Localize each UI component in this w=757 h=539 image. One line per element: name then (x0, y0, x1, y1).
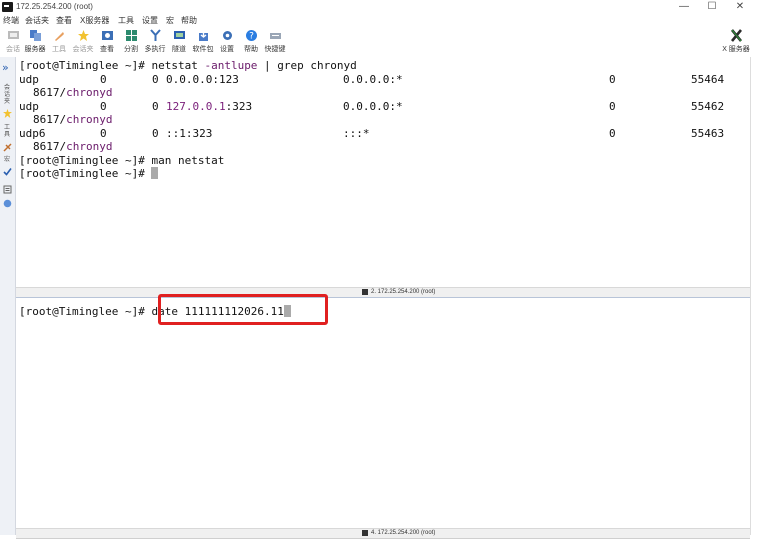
svg-text:?: ? (249, 32, 254, 42)
highlight-box (158, 294, 328, 325)
session-icon (8, 31, 19, 39)
menu-xserver[interactable]: X服务器 (80, 15, 109, 26)
title-bar: 172.25.254.200 (root) — ☐ ✕ (0, 0, 757, 14)
terminal-icon (362, 530, 368, 536)
minimize-button[interactable]: — (670, 1, 698, 13)
tools-icon (3, 143, 12, 152)
xserver-icon (730, 29, 743, 42)
menu-help[interactable]: 帮助 (181, 15, 197, 26)
sidebar-tab-sessions[interactable]: 会话夹 (4, 85, 12, 106)
check-icon (3, 168, 12, 176)
packages-icon (199, 30, 208, 41)
servers-icon (30, 30, 41, 41)
sidebar: » 会话夹 工具 宏 (0, 57, 16, 535)
terminal-icon (362, 289, 368, 295)
menu-tools[interactable]: 工具 (118, 15, 134, 26)
window-title: 172.25.254.200 (root) (16, 2, 93, 11)
star-icon (78, 30, 89, 41)
menu-bar: 终端 会话夹 查看 X服务器 工具 设置 宏 帮助 (0, 14, 757, 27)
command-line: [root@Timinglee ~]# man netstat (19, 153, 225, 167)
command-line: [root@Timinglee ~]# (19, 167, 159, 181)
right-edge-strip (750, 57, 757, 535)
terminal-pane-top[interactable]: [root@Timinglee ~]# netstat -antlupe | g… (16, 57, 750, 287)
terminal-cursor (151, 167, 159, 179)
tunnel-icon (174, 31, 185, 39)
menu-macros[interactable]: 宏 (166, 15, 174, 26)
maximize-button[interactable]: ☐ (698, 1, 726, 13)
app-icon (2, 2, 13, 12)
help-icon: ? (246, 30, 257, 42)
split-icon (126, 30, 137, 41)
star-icon (3, 109, 12, 118)
multiexec-icon (150, 29, 161, 41)
view-icon (102, 31, 113, 40)
globe-icon (3, 199, 12, 208)
sidebar-tab-macros[interactable]: 宏 (4, 157, 12, 164)
list-icon (3, 185, 12, 194)
toolbar-xserver-button[interactable]: X 服务器 (722, 27, 750, 57)
menu-terminal[interactable]: 终端 (3, 15, 19, 26)
terminal-pane-bottom[interactable]: [root@Timinglee ~]# date 111111112026.11 (16, 300, 750, 528)
menu-view[interactable]: 查看 (56, 15, 72, 26)
menu-sessions[interactable]: 会话夹 (25, 15, 49, 26)
command-line: [root@Timinglee ~]# netstat -antlupe | g… (19, 59, 357, 72)
chevron-right-icon[interactable]: » (2, 62, 9, 73)
toolbar: 会话 服务器 工具 会话夹 查看 分割 多执行 隧道 软件包 设置 ? 帮助 快… (0, 27, 757, 58)
tools-icon (55, 32, 64, 41)
sidebar-tab-tools[interactable]: 工具 (4, 125, 12, 139)
pane-tab-bottom[interactable]: 4. 172.25.254.200 (root) (16, 528, 750, 539)
menu-settings[interactable]: 设置 (142, 15, 158, 26)
toolbar-keyboard-button[interactable]: 快捷键 (262, 27, 288, 57)
settings-icon (223, 31, 232, 40)
keyboard-icon (270, 33, 281, 39)
close-button[interactable]: ✕ (726, 1, 754, 13)
